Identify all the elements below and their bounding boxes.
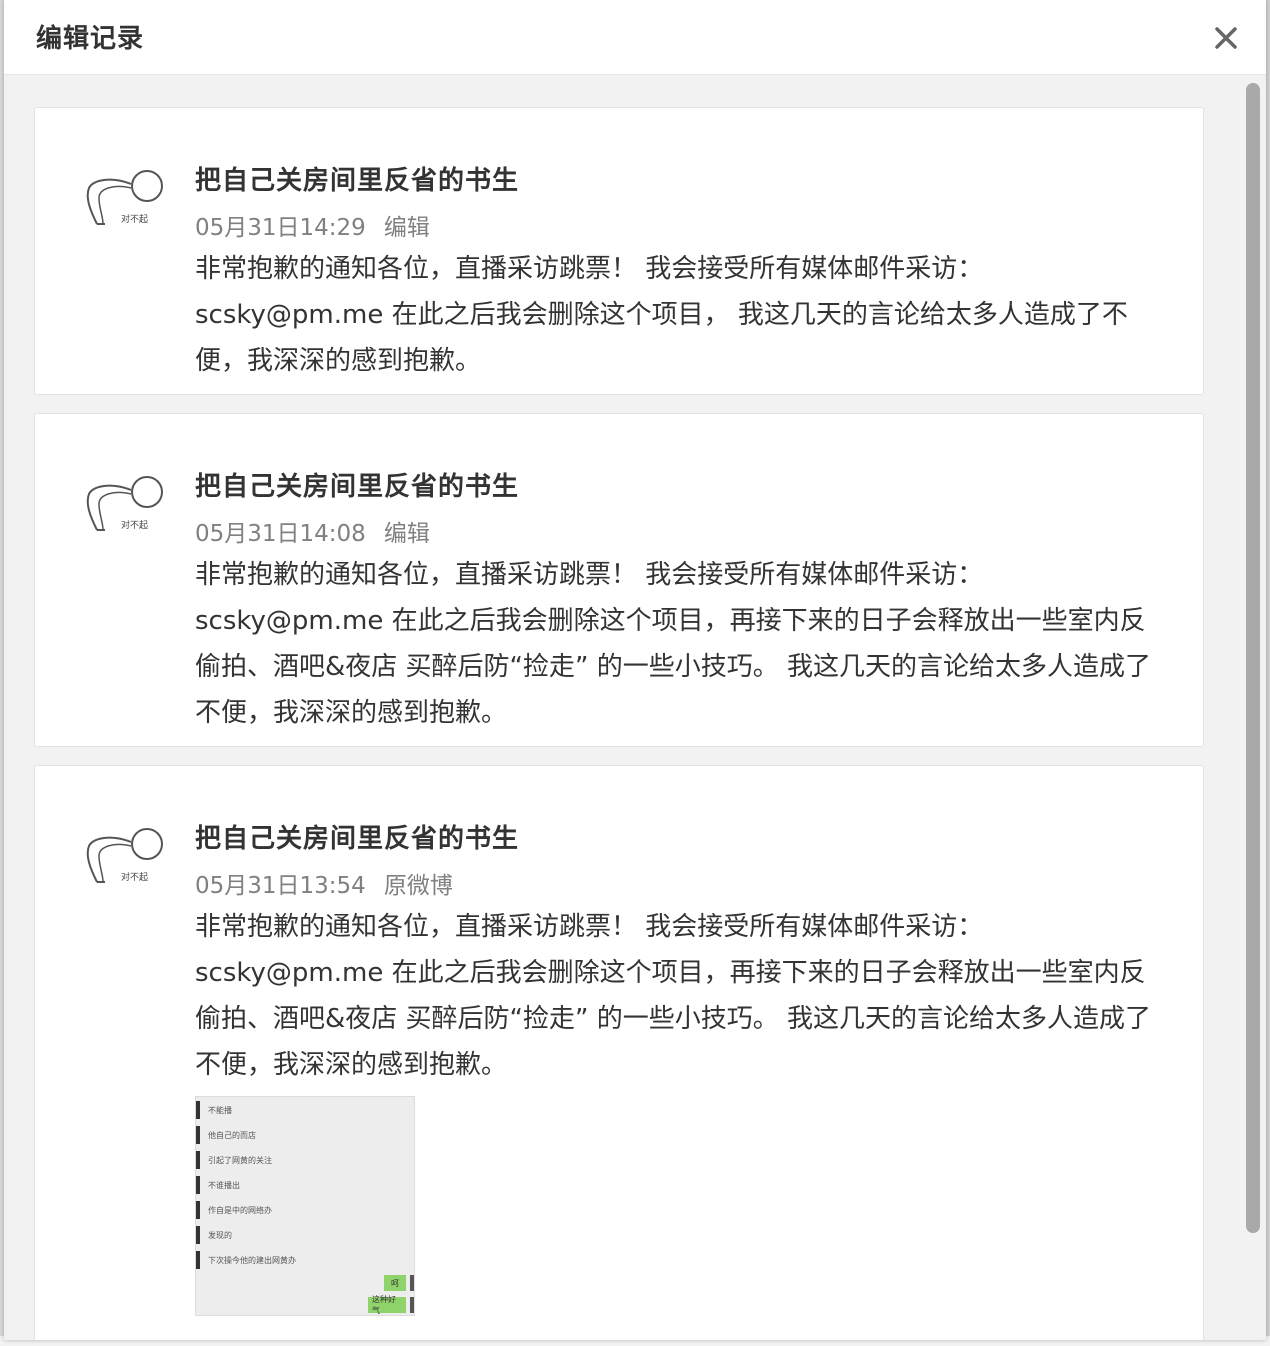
author-name[interactable]: 把自己关房间里反省的书生 <box>195 160 519 197</box>
author-name[interactable]: 把自己关房间里反省的书生 <box>195 466 519 503</box>
record-time: 05月31日14:08 <box>195 521 366 547</box>
author-name[interactable]: 把自己关房间里反省的书生 <box>195 818 519 855</box>
chat-message: 他自己的而店 <box>196 1126 256 1144</box>
user-avatar[interactable]: 对不起 <box>81 468 169 538</box>
dialog-title: 编辑记录 <box>36 24 145 54</box>
chat-message: 作自是中的网络办 <box>196 1201 272 1219</box>
avatar-caption: 对不起 <box>121 519 148 531</box>
record-time: 05月31日14:29 <box>195 215 366 241</box>
scrollbar[interactable] <box>1246 83 1260 1338</box>
record-kind: 编辑 <box>383 521 430 547</box>
chat-message: 下次操今他的建出网黄办 <box>196 1251 296 1269</box>
record-content: 非常抱歉的通知各位，直播采访跳票！ 我会接受所有媒体邮件采访：scsky@pm.… <box>195 254 1128 376</box>
chat-message: 发现的 <box>196 1226 232 1244</box>
record-meta: 05月31日13:54 原微博 <box>195 866 453 900</box>
chat-message: 不谁播出 <box>196 1176 240 1194</box>
chat-message: 引起了网黄的关注 <box>196 1151 272 1169</box>
chat-message: 不能播 <box>196 1101 232 1119</box>
attached-image-thumbnail[interactable]: 不能播 他自己的而店 引起了网黄的关注 不谁播出 作自是中的网络办 发现的 下次… <box>195 1096 415 1316</box>
user-avatar[interactable]: 对不起 <box>81 820 169 890</box>
edit-history-dialog: 编辑记录 对不起 把自己关房间里反省的书生 05月31日14:29 编辑 非常抱歉… <box>4 0 1266 1340</box>
record-time: 05月31日13:54 <box>195 873 366 899</box>
background-page-right <box>1266 0 1270 1346</box>
record-meta: 05月31日14:29 编辑 <box>195 208 430 242</box>
close-icon <box>1215 27 1237 49</box>
record-kind: 原微博 <box>383 873 453 899</box>
chat-reply: 这种好气 <box>368 1295 406 1315</box>
record-content: 非常抱歉的通知各位，直播采访跳票！ 我会接受所有媒体邮件采访：scsky@pm.… <box>195 912 1152 1080</box>
avatar-caption: 对不起 <box>121 871 148 883</box>
record-meta: 05月31日14:08 编辑 <box>195 514 430 548</box>
record-kind: 编辑 <box>383 215 430 241</box>
chat-reply: 呵 <box>384 1275 406 1291</box>
edit-record-card: 对不起 把自己关房间里反省的书生 05月31日13:54 原微博 非常抱歉的通知各… <box>34 765 1204 1340</box>
chat-reply-edge <box>410 1297 414 1313</box>
close-button[interactable] <box>1206 18 1246 58</box>
dialog-body: 对不起 把自己关房间里反省的书生 05月31日14:29 编辑 非常抱歉的通知各位… <box>4 75 1266 1340</box>
edit-record-card: 对不起 把自己关房间里反省的书生 05月31日14:29 编辑 非常抱歉的通知各位… <box>34 107 1204 395</box>
record-content: 非常抱歉的通知各位，直播采访跳票！ 我会接受所有媒体邮件采访：scsky@pm.… <box>195 560 1152 728</box>
edit-record-card: 对不起 把自己关房间里反省的书生 05月31日14:08 编辑 非常抱歉的通知各位… <box>34 413 1204 747</box>
chat-reply-edge <box>410 1275 414 1291</box>
scrollbar-thumb[interactable] <box>1246 83 1260 1233</box>
avatar-caption: 对不起 <box>121 213 148 225</box>
user-avatar[interactable]: 对不起 <box>81 162 169 232</box>
dialog-header: 编辑记录 <box>4 0 1266 75</box>
